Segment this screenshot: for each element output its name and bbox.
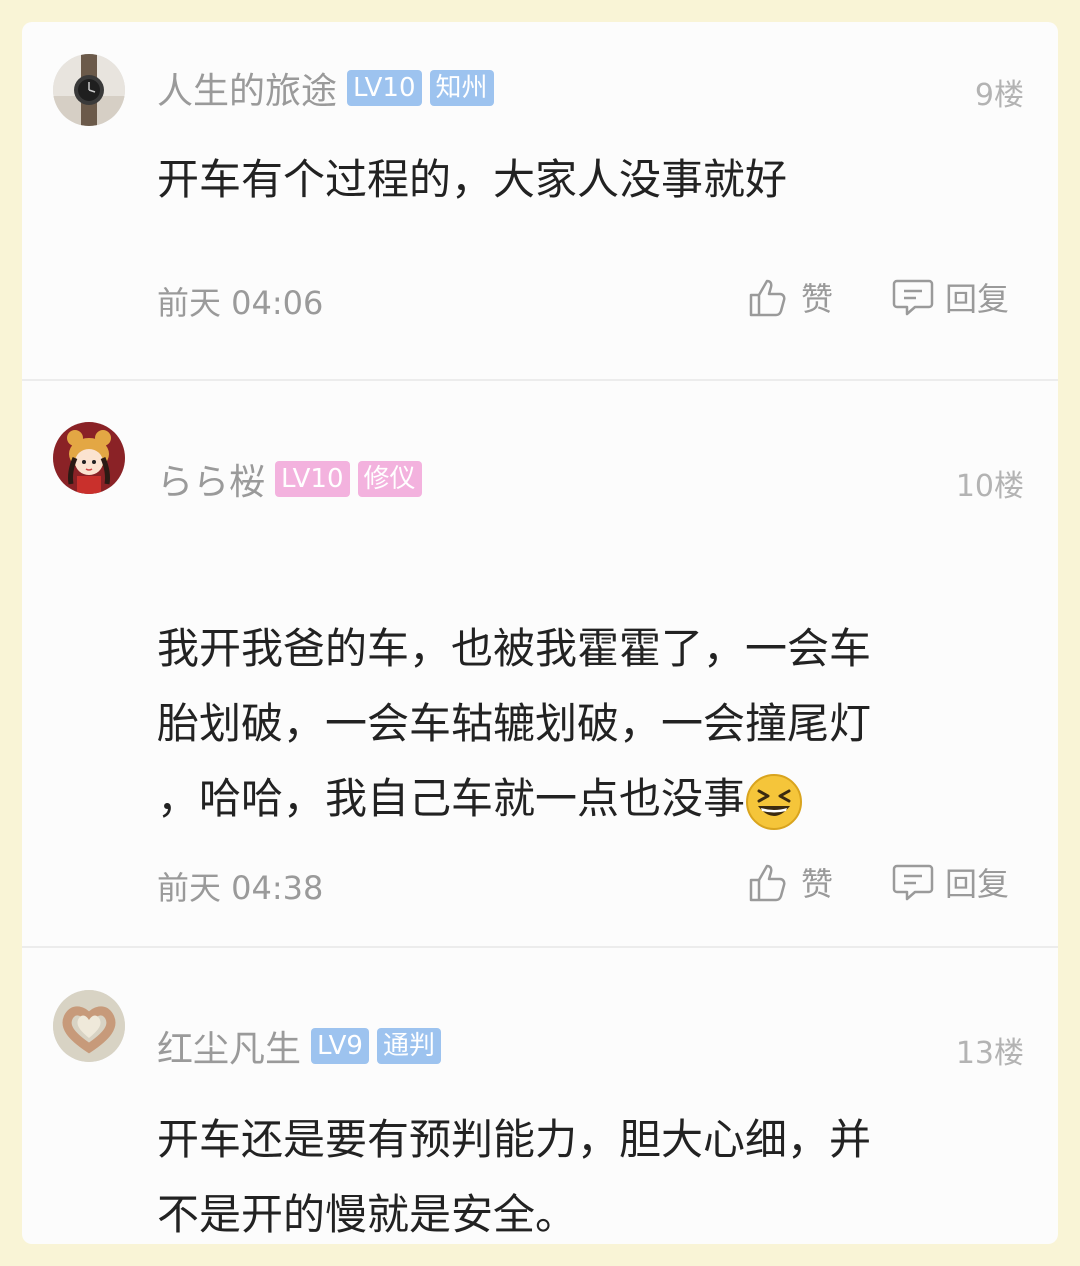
- user-line: 红尘凡生 LV9 通判: [157, 1024, 449, 1070]
- reply-bubble-icon: [892, 864, 934, 901]
- level-badge: LV9: [311, 1028, 369, 1064]
- title-badge: 知州: [429, 70, 494, 106]
- reply-button[interactable]: 回复: [891, 274, 1009, 320]
- user-line: 人生的旅途 LV10 知州: [157, 66, 502, 112]
- avatar[interactable]: [53, 54, 125, 126]
- username[interactable]: らら桜: [157, 453, 265, 505]
- reply-label: 回复: [945, 865, 1010, 903]
- reply-button[interactable]: 回复: [891, 859, 1009, 905]
- like-button[interactable]: 赞: [747, 274, 833, 320]
- comment-text: 开车有个过程的，大家人没事就好: [157, 155, 788, 204]
- title-badge: 修仪: [357, 461, 422, 497]
- comment-item: 红尘凡生 LV9 通判 13楼 开车还是要有预判能力，胆大心细，并 不是开的慢就…: [22, 948, 1058, 1244]
- floor-number: 13楼: [955, 1036, 1024, 1071]
- laughing-emoji-icon: [746, 773, 803, 830]
- like-label: 赞: [801, 280, 834, 318]
- title-badge: 通判: [376, 1028, 441, 1064]
- level-badge: LV10: [347, 70, 422, 106]
- like-label: 赞: [801, 865, 834, 903]
- floor-number: 9楼: [974, 78, 1024, 113]
- comment-text: 开车还是要有预判能力，胆大心细，并 不是开的慢就是安全。: [157, 1115, 872, 1239]
- comment-item: 人生的旅途 LV10 知州 9楼 开车有个过程的，大家人没事就好 前天 04:0…: [22, 22, 1058, 380]
- comment-item: らら桜 LV10 修仪 10楼 我开我爸的车，也被我霍霍了，一会车 胎划破，一会…: [22, 381, 1058, 947]
- timestamp: 前天 04:38: [157, 869, 324, 907]
- cartoon-girl-icon: [53, 422, 125, 494]
- avatar[interactable]: [53, 422, 125, 494]
- timestamp: 前天 04:06: [157, 284, 324, 322]
- heart-hands-icon: [53, 990, 125, 1062]
- avatar[interactable]: [53, 990, 125, 1062]
- username[interactable]: 红尘凡生: [157, 1020, 301, 1072]
- comment-text: 我开我爸的车，也被我霍霍了，一会车 胎划破，一会车轱辘划破，一会撞尾灯 ，哈哈，…: [157, 536, 997, 836]
- thumbs-up-icon: [749, 864, 786, 902]
- user-line: らら桜 LV10 修仪: [157, 457, 430, 503]
- like-button[interactable]: 赞: [747, 859, 833, 905]
- username[interactable]: 人生的旅途: [157, 62, 337, 114]
- floor-number: 10楼: [955, 469, 1024, 504]
- level-badge: LV10: [275, 461, 350, 497]
- wristwatch-icon: [53, 54, 125, 126]
- comment-list: 人生的旅途 LV10 知州 9楼 开车有个过程的，大家人没事就好 前天 04:0…: [22, 22, 1058, 1244]
- reply-bubble-icon: [892, 279, 934, 316]
- reply-label: 回复: [945, 280, 1010, 318]
- thumbs-up-icon: [749, 279, 786, 317]
